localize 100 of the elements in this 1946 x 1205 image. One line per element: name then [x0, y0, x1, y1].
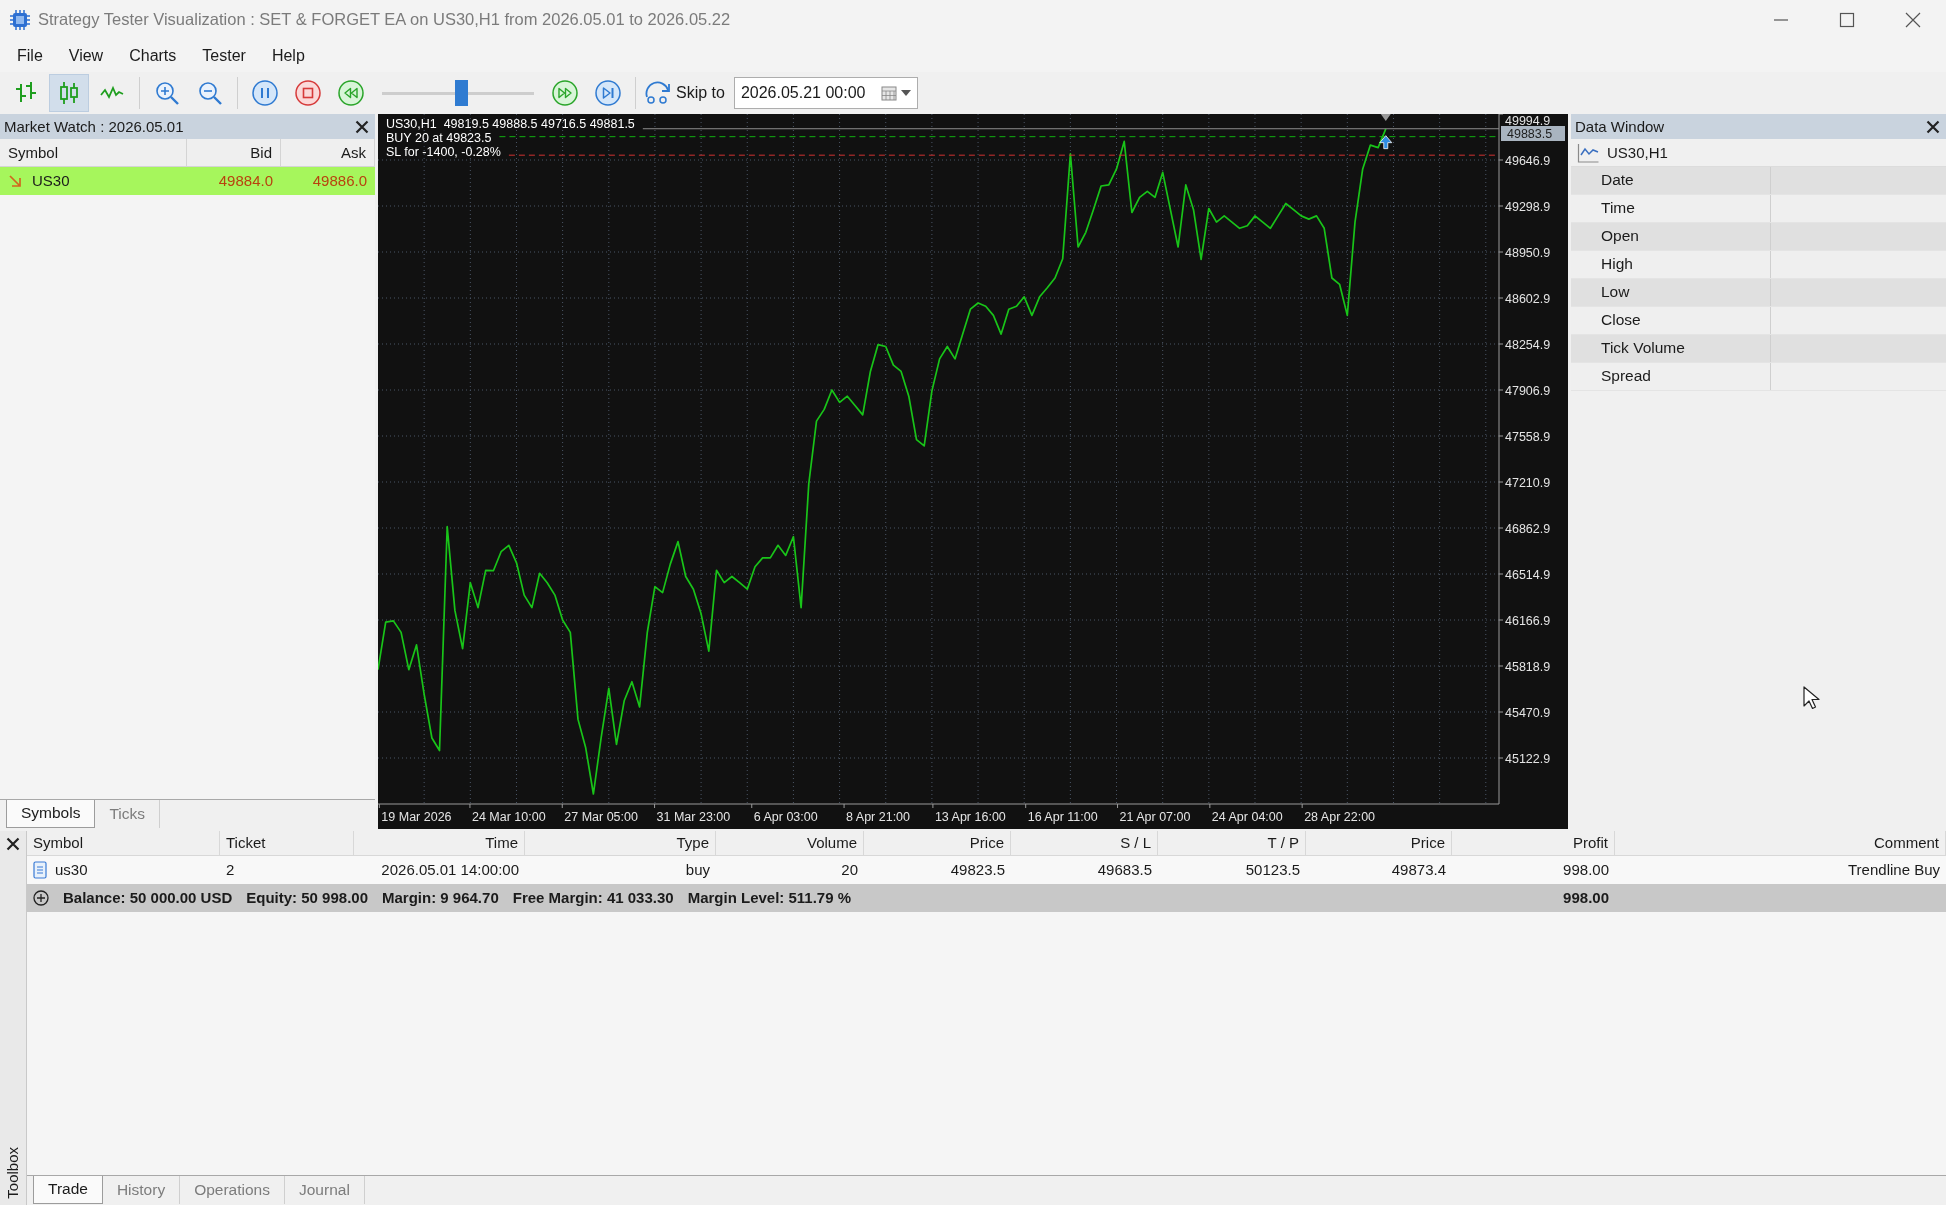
order-comment: Trendline Buy — [1847, 860, 1941, 880]
field-label: Open — [1571, 223, 1771, 250]
price-axis-label: 46862.9 — [1505, 521, 1551, 536]
current-price: 49873.4 — [1390, 860, 1447, 880]
symbol-name: us30 — [55, 861, 88, 879]
time-axis-label: 6 Apr 03:00 — [753, 810, 818, 824]
price-axis-label: 49994.9 — [1505, 114, 1551, 128]
menu-item[interactable]: View — [55, 41, 117, 71]
window-title: Strategy Tester Visualization : SET & FORGET EA on US30,H1 from 2026.05.01 to 2026.05.22 — [38, 10, 731, 30]
fast-forward-icon[interactable] — [552, 80, 578, 106]
maximize-icon[interactable] — [1839, 12, 1855, 28]
price-axis-label: 45818.9 — [1505, 659, 1551, 674]
ref-line-label: 49883.5 — [1507, 127, 1553, 141]
bid-price: 49884.0 — [217, 171, 274, 191]
price-axis-label: 49298.9 — [1505, 199, 1551, 214]
order-type: buy — [684, 860, 711, 880]
skip-to-label: Skip to — [676, 83, 725, 103]
skip-to-icon[interactable] — [643, 81, 671, 105]
tab[interactable]: History — [102, 1176, 181, 1204]
pause-icon[interactable] — [252, 80, 278, 106]
skip-to-end-icon[interactable] — [595, 80, 621, 106]
panel-title: Toolbox — [4, 1147, 22, 1199]
summary-text: Free Margin: 41 033.30 — [512, 889, 674, 907]
summary-text: Equity: 50 998.00 — [246, 889, 368, 907]
field-label: Time — [1571, 195, 1771, 222]
candlestick-icon — [57, 81, 81, 105]
document-icon — [33, 861, 47, 879]
tab[interactable]: Trade — [33, 1176, 103, 1204]
field-label: Close — [1571, 307, 1771, 334]
time-axis-label: 8 Apr 21:00 — [846, 810, 910, 824]
menu-item[interactable]: Help — [258, 41, 318, 71]
tab[interactable]: Journal — [285, 1176, 365, 1204]
calendar-icon — [880, 85, 897, 101]
ticket-number: 2 — [225, 860, 236, 880]
price-axis-label: 48602.9 — [1505, 291, 1551, 306]
summary-text: Margin: 9 964.70 — [382, 889, 499, 907]
ohlc-info: US30,H1 49819.5 49888.5 49716.5 49881.5 — [386, 117, 635, 131]
menu-item[interactable]: Tester — [189, 41, 259, 71]
slider-thumb[interactable] — [455, 80, 469, 106]
price-axis-label: 47210.9 — [1505, 475, 1551, 490]
field-label: Low — [1571, 279, 1771, 306]
chart-type-button[interactable] — [49, 74, 89, 112]
menu-item[interactable]: Charts — [116, 41, 190, 71]
profit-total: 998.00 — [1562, 888, 1610, 908]
price-axis-label: 45470.9 — [1505, 705, 1551, 720]
symbol-name: US30 — [32, 172, 70, 190]
time-axis-label: 28 Apr 22:00 — [1304, 810, 1376, 824]
time-axis-label: 24 Mar 10:00 — [471, 810, 546, 824]
mouse-pointer-icon — [1803, 686, 1820, 710]
field-label: Tick Volume — [1571, 335, 1771, 362]
price-axis-label: 47906.9 — [1505, 383, 1551, 398]
summary-text: Balance: 50 000.00 USD — [63, 889, 233, 907]
time-axis-label: 16 Apr 11:00 — [1027, 810, 1098, 824]
table-row[interactable]: US30 49884.0 49886.0 — [0, 167, 375, 195]
column-header: S / L — [1011, 831, 1158, 856]
caret-icon — [900, 90, 911, 96]
tab[interactable]: Operations — [180, 1176, 285, 1204]
close-icon[interactable] — [355, 119, 369, 134]
column-header: Price — [1306, 831, 1452, 856]
panel-title: Market Watch : 2026.05.01 — [4, 117, 184, 136]
price-axis-label: 48254.9 — [1505, 337, 1551, 352]
order-level-label: BUY 20 at 49823.5 — [386, 131, 492, 145]
price-axis-label: 46514.9 — [1505, 567, 1551, 582]
close-icon[interactable] — [1905, 12, 1921, 28]
column-header: Price — [864, 831, 1011, 856]
price-axis-label: 47558.9 — [1505, 429, 1551, 444]
time-axis-label: 27 Mar 05:00 — [564, 810, 638, 824]
ask-price: 49886.0 — [311, 171, 368, 191]
tab[interactable]: Ticks — [95, 800, 161, 828]
price-tag: 49883.5 — [1501, 126, 1565, 141]
order-level-label: SL for -1400, -0.28% — [386, 145, 501, 159]
column-header: Comment — [1615, 831, 1946, 856]
time-axis-label: 31 Mar 23:00 — [656, 810, 731, 824]
stop-icon[interactable] — [295, 80, 321, 106]
volume-value: 20 — [840, 860, 859, 880]
price-axis-label: 48950.9 — [1505, 245, 1551, 260]
zoom-out-icon[interactable] — [198, 81, 222, 105]
close-icon[interactable] — [6, 837, 20, 851]
summary-text: Margin Level: 511.79 % — [687, 889, 852, 907]
panel-title: Data Window — [1575, 117, 1665, 136]
column-header: T / P — [1158, 831, 1306, 856]
date-field[interactable]: 2026.05.21 00:00 — [733, 77, 918, 109]
tab[interactable]: Symbols — [6, 800, 96, 828]
column-header: Ask — [281, 139, 375, 167]
column-header: Symbol — [27, 831, 220, 856]
rewind-icon[interactable] — [338, 80, 364, 106]
series-name: US30,H1 — [1607, 143, 1668, 162]
menu-item[interactable]: File — [4, 41, 56, 71]
time-axis-label: 19 Mar 2026 — [381, 810, 452, 824]
price-axis-label: 49646.9 — [1505, 153, 1551, 168]
column-header: Bid — [187, 139, 281, 167]
open-time: 2026.05.01 14:00:00 — [380, 860, 520, 880]
column-header: Volume — [716, 831, 864, 856]
column-header: Ticket — [220, 831, 354, 856]
close-icon[interactable] — [1926, 119, 1940, 134]
bar-chart-icon — [14, 81, 38, 105]
take-profit-value: 50123.5 — [1244, 860, 1301, 880]
expand-icon[interactable] — [33, 890, 49, 906]
zoom-in-icon[interactable] — [155, 81, 179, 105]
price-axis-label: 45122.9 — [1505, 751, 1551, 766]
